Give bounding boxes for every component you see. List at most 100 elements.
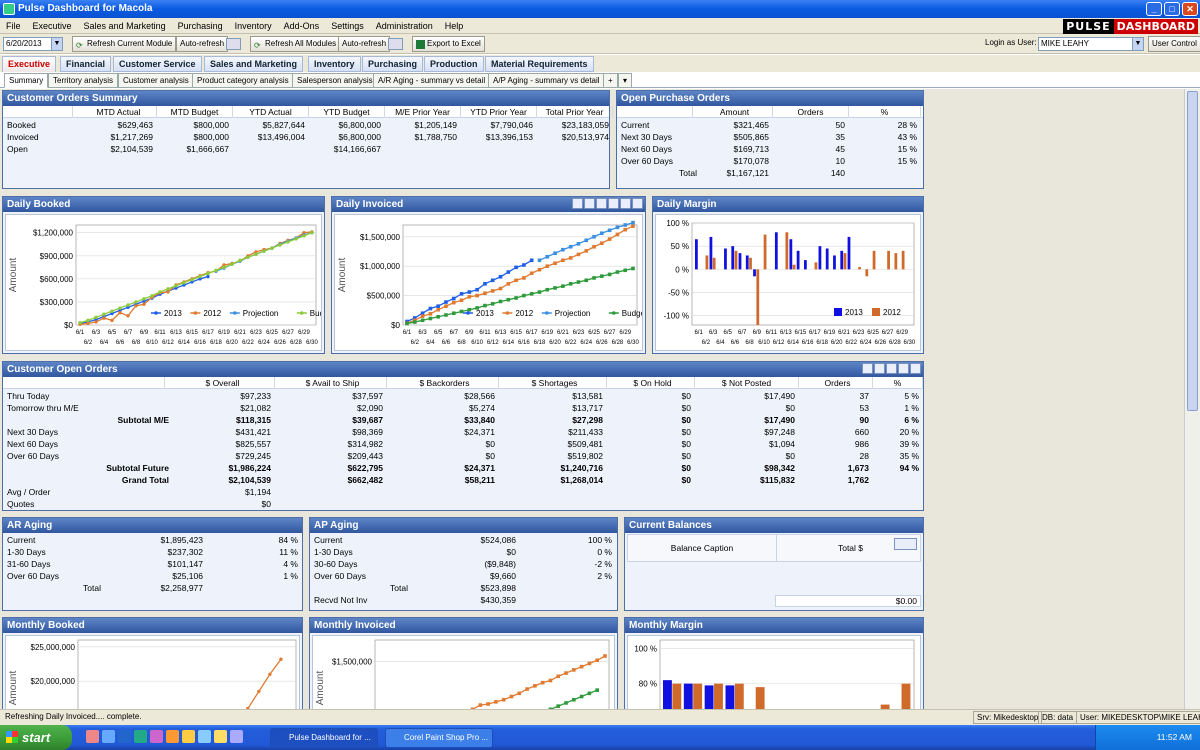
export-to-excel-button[interactable]: Export to Excel <box>412 36 485 52</box>
refresh-icon[interactable] <box>596 198 607 209</box>
quicklaunch-app-icon[interactable] <box>198 730 211 743</box>
chevron-down-icon[interactable]: ▼ <box>1132 38 1143 50</box>
x-tick-label: 6/27 <box>882 330 894 336</box>
menu-administration[interactable]: Administration <box>370 18 439 34</box>
data-point <box>310 230 314 235</box>
menu-inventory[interactable]: Inventory <box>229 18 278 34</box>
column-header[interactable]: MTD Actual <box>81 106 157 118</box>
tab-inventory[interactable]: Inventory <box>308 56 361 72</box>
filter-icon[interactable] <box>898 363 909 374</box>
quicklaunch-app2-icon[interactable] <box>214 730 227 743</box>
date-picker[interactable]: 6/20/2013 ▼ <box>3 37 63 51</box>
quicklaunch-excel-icon[interactable] <box>134 730 147 743</box>
tab-executive[interactable]: Executive <box>2 56 57 72</box>
menu-purchasing[interactable]: Purchasing <box>172 18 229 34</box>
close-button[interactable]: ✕ <box>1182 2 1198 16</box>
menu-file[interactable]: File <box>0 18 27 34</box>
column-header[interactable]: YTD Actual <box>233 106 309 118</box>
tab-material-requirements[interactable]: Material Requirements <box>485 56 594 72</box>
balance-caption-header[interactable]: Balance Caption <box>628 543 776 553</box>
column-header[interactable]: % <box>873 377 923 389</box>
subtab-customer-analysis[interactable]: Customer analysis <box>118 73 194 88</box>
refresh-current-module-button[interactable]: ⟳ Refresh Current Module <box>72 36 177 52</box>
settings-icon[interactable] <box>608 198 619 209</box>
quicklaunch-folder-icon[interactable] <box>182 730 195 743</box>
column-header[interactable]: $ Backorders <box>391 377 499 389</box>
tab-sales-marketing[interactable]: Sales and Marketing <box>204 56 304 72</box>
column-header[interactable]: Amount <box>697 106 773 118</box>
tab-production[interactable]: Production <box>424 56 484 72</box>
data-point <box>490 289 495 293</box>
refresh-icon[interactable] <box>874 363 885 374</box>
vertical-scrollbar[interactable] <box>1184 89 1200 709</box>
subtab-salesperson-analysis[interactable]: Salesperson analysis <box>292 73 378 88</box>
grid-options-icon[interactable] <box>894 538 917 550</box>
bar-2012 <box>693 683 703 709</box>
subtab-summary[interactable]: Summary <box>4 73 49 88</box>
maximize-panel-icon[interactable] <box>632 198 643 209</box>
refresh-all-modules-button[interactable]: ⟳ Refresh All Modules <box>250 36 341 52</box>
quicklaunch-outlook-icon[interactable] <box>86 730 99 743</box>
login-user-select[interactable]: MIKE LEAHY ▼ <box>1038 37 1144 51</box>
quicklaunch-onenote-icon[interactable] <box>150 730 163 743</box>
scrollbar-thumb[interactable] <box>1187 91 1198 411</box>
tabs-dropdown-icon[interactable]: ▾ <box>618 73 633 88</box>
column-header[interactable]: YTD Prior Year <box>461 106 537 118</box>
column-header[interactable]: Total Prior Year <box>537 106 613 118</box>
column-header[interactable]: MTD Budget <box>157 106 233 118</box>
subtab-product-category-analysis[interactable]: Product category analysis <box>192 73 294 88</box>
table-cell: 90 <box>859 415 869 425</box>
table-row: Grand Total $2,104,539 $662,482 $58,211 $1,2… <box>3 474 923 486</box>
column-header[interactable]: M/E Prior Year <box>385 106 461 118</box>
subtab-territory-analysis[interactable]: Territory analysis <box>48 73 119 88</box>
table-cell: $0 <box>681 463 691 473</box>
column-header[interactable]: YTD Budget <box>309 106 385 118</box>
quicklaunch-word-icon[interactable] <box>118 730 131 743</box>
table-cell: $237,302 <box>167 547 203 557</box>
excel-export-icon[interactable] <box>584 198 595 209</box>
quicklaunch-access-icon[interactable] <box>166 730 179 743</box>
tab-purchasing[interactable]: Purchasing <box>362 56 424 72</box>
menu-add-ons[interactable]: Add-Ons <box>278 18 326 34</box>
quicklaunch-app3-icon[interactable] <box>230 730 243 743</box>
task-paint-shop-pro[interactable]: Corel Paint Shop Pro ... <box>385 728 493 748</box>
settings-icon[interactable] <box>886 363 897 374</box>
column-header[interactable]: $ Avail to Ship <box>279 377 387 389</box>
column-header[interactable]: % <box>849 106 921 118</box>
column-header[interactable]: Orders <box>803 377 873 389</box>
column-header[interactable]: Orders <box>773 106 849 118</box>
menu-executive[interactable]: Executive <box>27 18 78 34</box>
menu-settings[interactable]: Settings <box>325 18 370 34</box>
auto-refresh-interval-icon[interactable] <box>226 38 241 50</box>
column-header[interactable]: $ On Hold <box>611 377 695 389</box>
task-pulse-dashboard[interactable]: Pulse Dashboard for ... <box>270 728 378 748</box>
minimize-button[interactable]: _ <box>1146 2 1162 16</box>
filter-icon[interactable] <box>620 198 631 209</box>
print-icon[interactable] <box>572 198 583 209</box>
subtab-ap-aging[interactable]: A/P Aging - summary vs detail <box>488 73 605 88</box>
window-title-bar[interactable]: Pulse Dashboard for Macola _ □ ✕ <box>0 0 1200 18</box>
user-control-button[interactable]: User Control <box>1148 36 1200 52</box>
excel-export-icon[interactable] <box>862 363 873 374</box>
bar-2013 <box>753 269 756 277</box>
data-point <box>506 270 511 274</box>
menu-sales-marketing[interactable]: Sales and Marketing <box>78 18 172 34</box>
column-header[interactable]: $ Overall <box>171 377 275 389</box>
start-button[interactable]: start <box>0 725 72 750</box>
auto-refresh-toggle[interactable]: Auto-refresh <box>176 36 229 52</box>
column-header[interactable]: $ Shortages <box>503 377 607 389</box>
quicklaunch-ie-icon[interactable] <box>102 730 115 743</box>
add-tab-button[interactable]: + <box>603 73 618 88</box>
auto-refresh-all-interval-icon[interactable] <box>388 38 403 50</box>
tab-customer-service[interactable]: Customer Service <box>113 56 202 72</box>
maximize-panel-icon[interactable] <box>910 363 921 374</box>
auto-refresh-all-toggle[interactable]: Auto-refresh <box>338 36 391 52</box>
bar-2013 <box>731 246 735 270</box>
maximize-button[interactable]: □ <box>1164 2 1180 16</box>
subtab-ar-aging[interactable]: A/R Aging - summary vs detail <box>373 73 491 88</box>
menu-help[interactable]: Help <box>439 18 470 34</box>
tab-financial[interactable]: Financial <box>60 56 112 72</box>
table-cell: 39 % <box>899 439 919 449</box>
column-header[interactable]: $ Not Posted <box>695 377 799 389</box>
chevron-down-icon[interactable]: ▼ <box>51 38 62 50</box>
